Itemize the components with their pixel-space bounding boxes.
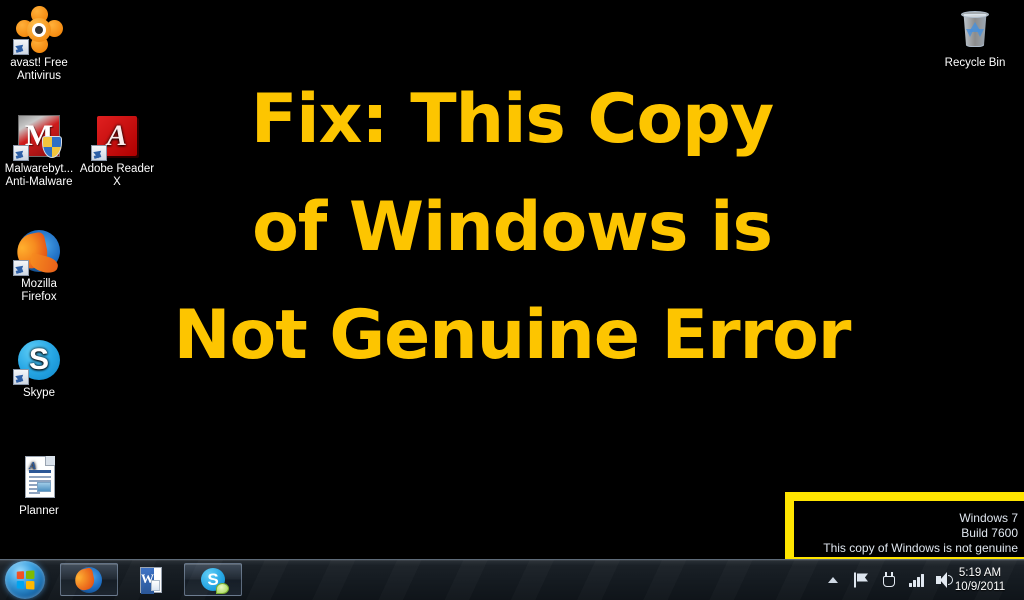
power-plug-icon[interactable] xyxy=(882,572,897,588)
avast-icon xyxy=(13,6,63,55)
desktop-icon-label: Planner xyxy=(19,505,59,517)
firefox-icon xyxy=(73,566,102,593)
word-icon: W xyxy=(138,566,164,594)
overlay-title: Fix: This Copy of Windows is Not Genuine… xyxy=(0,66,1024,390)
overlay-title-line-3: Not Genuine Error xyxy=(173,296,852,375)
desktop-icon-recycle-bin[interactable]: Recycle Bin xyxy=(936,6,1014,70)
overlay-title-line-1: Fix: This Copy xyxy=(250,80,774,159)
desktop[interactable]: avast! Free Antivirus M Malwarebyt... An… xyxy=(0,0,1024,600)
document-icon: A xyxy=(15,454,63,502)
skype-icon: S xyxy=(200,567,229,594)
recycle-bin-icon xyxy=(951,6,999,54)
taskbar-word[interactable]: W xyxy=(122,563,180,596)
taskbar[interactable]: W S 5:19 AM 10/9/2011 xyxy=(0,559,1024,600)
clock-time: 5:19 AM xyxy=(958,567,1002,579)
watermark-highlight-box xyxy=(785,492,1024,566)
clock-date: 10/9/2011 xyxy=(954,581,1006,593)
action-center-flag-icon[interactable] xyxy=(854,572,868,588)
show-hidden-icons-icon[interactable] xyxy=(828,577,838,583)
shortcut-arrow-icon xyxy=(13,39,29,55)
windows-logo-icon xyxy=(16,570,35,590)
skype-status-badge xyxy=(216,582,229,594)
system-tray[interactable]: 5:19 AM 10/9/2011 xyxy=(810,560,1024,600)
overlay-title-line-2: of Windows is xyxy=(252,188,773,267)
start-button[interactable] xyxy=(5,561,45,599)
desktop-icon-planner[interactable]: A Planner xyxy=(0,454,78,518)
clock[interactable]: 5:19 AM 10/9/2011 xyxy=(944,566,1016,594)
taskbar-skype[interactable]: S xyxy=(184,563,242,596)
taskbar-firefox[interactable] xyxy=(60,563,118,596)
network-signal-icon[interactable] xyxy=(909,573,926,587)
